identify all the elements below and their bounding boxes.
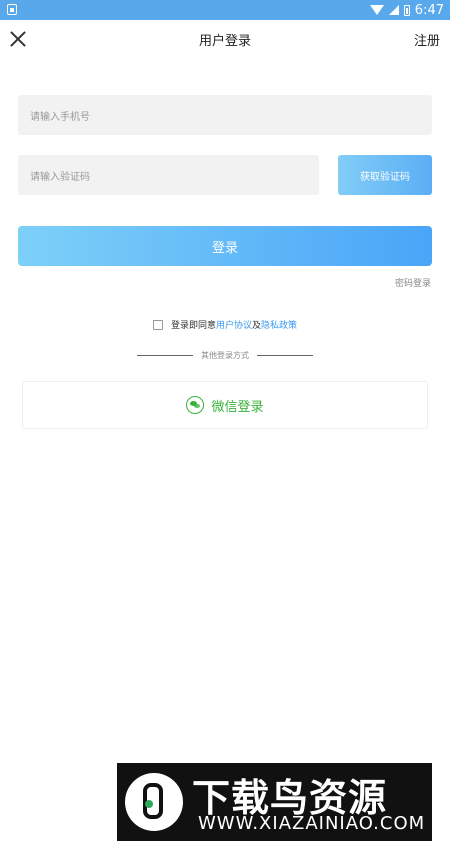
password-login-link[interactable]: 密码登录	[395, 276, 431, 289]
agreement-checkbox[interactable]	[152, 319, 163, 330]
divider-left	[137, 355, 193, 356]
watermark-logo-icon	[125, 773, 183, 831]
login-button[interactable]: 登录	[18, 226, 432, 266]
other-login-divider: 其他登录方式	[0, 350, 450, 361]
page-title: 用户登录	[198, 34, 251, 49]
watermark-logo-dot	[145, 800, 153, 808]
agreement-prefix: 登录即同意	[170, 321, 216, 331]
phone-input[interactable]: 请输入手机号	[18, 95, 432, 135]
agreement-and: 及	[252, 321, 262, 331]
app-notification-icon	[7, 4, 17, 15]
code-input[interactable]: 请输入验证码	[18, 155, 319, 195]
status-bar: 6:47	[0, 0, 450, 20]
battery-icon	[403, 4, 410, 16]
top-bar: 用户登录 注册	[0, 20, 450, 58]
register-link[interactable]: 注册	[414, 30, 440, 49]
privacy-policy-link[interactable]: 隐私政策	[261, 318, 297, 331]
code-placeholder: 请输入验证码	[30, 171, 90, 183]
divider-right	[257, 355, 313, 356]
status-icons: 6:47	[369, 0, 444, 20]
status-time: 6:47	[414, 2, 444, 18]
get-code-button[interactable]: 获取验证码	[338, 155, 432, 195]
phone-placeholder: 请输入手机号	[30, 111, 90, 123]
wechat-login-label: 微信登录	[211, 399, 264, 415]
watermark-url: WWW.XIAZAINIAO.COM	[198, 813, 426, 834]
wechat-login-button[interactable]: 微信登录	[22, 381, 428, 429]
wifi-icon	[369, 5, 384, 15]
signal-icon	[388, 5, 399, 15]
agreement-row: 登录即同意 用户协议 及 隐私政策	[0, 318, 450, 331]
wechat-icon	[186, 396, 205, 414]
user-agreement-link[interactable]: 用户协议	[216, 318, 252, 331]
watermark: 下载鸟资源 WWW.XIAZAINIAO.COM	[117, 763, 432, 841]
other-login-label: 其他登录方式	[201, 351, 249, 360]
